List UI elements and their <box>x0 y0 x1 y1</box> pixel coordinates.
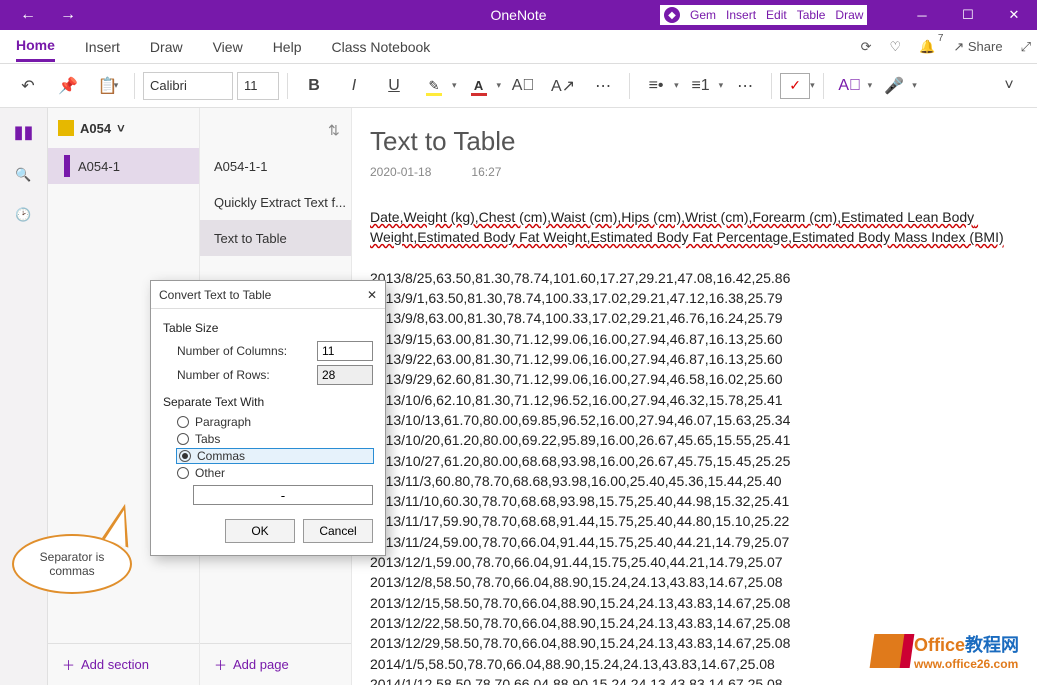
sort-icon[interactable]: ⇅ <box>328 122 340 139</box>
page-date: 2020-01-18 <box>370 165 431 179</box>
addin-insert[interactable]: Insert <box>726 8 756 22</box>
more-button[interactable]: ⋯ <box>585 70 621 102</box>
bullets-button[interactable]: ≡• <box>638 70 674 102</box>
share-button[interactable]: ↗ Share <box>953 39 1002 55</box>
annotation-callout: Separator is commas <box>12 534 132 594</box>
bold-button[interactable]: B <box>296 70 332 102</box>
forward-icon[interactable]: → <box>60 6 76 24</box>
paragraph-more-button[interactable]: ⋯ <box>727 70 763 102</box>
page-canvas[interactable]: Text to Table 2020-01-18 16:27 Date,Weig… <box>352 108 1037 685</box>
addin-gem[interactable]: Gem <box>690 8 716 22</box>
page-body[interactable]: Date,Weight (kg),Chest (cm),Waist (cm),H… <box>370 207 1037 685</box>
watermark-icon <box>870 634 909 668</box>
addin-table[interactable]: Table <box>797 8 826 22</box>
styles-button[interactable]: A⃞ <box>832 70 868 102</box>
ok-button[interactable]: OK <box>225 519 295 543</box>
dialog-title: Convert Text to Table <box>159 288 271 302</box>
notebook-icon <box>58 120 74 136</box>
columns-input[interactable] <box>317 341 373 361</box>
page-item[interactable]: Quickly Extract Text f... <box>200 184 351 220</box>
minimize-button[interactable]: ─ <box>899 0 945 30</box>
font-color-button[interactable]: A <box>461 70 497 102</box>
bell-icon[interactable]: 🔔 <box>919 39 935 55</box>
left-rail: ▮▮ 🔍 🕑 <box>0 108 48 685</box>
radio-paragraph[interactable]: Paragraph <box>177 415 373 429</box>
radio-other[interactable]: Other <box>177 466 373 480</box>
watermark: Office教程网 www.office26.com <box>872 631 1019 671</box>
ribbon-tabs: Home Insert Draw View Help Class Noteboo… <box>0 30 1037 64</box>
add-section-button[interactable]: ＋ Add section <box>48 643 199 685</box>
page-time: 16:27 <box>471 165 501 179</box>
notebook-header[interactable]: A054 ˅ <box>48 108 199 148</box>
section-color-icon <box>64 155 70 177</box>
tab-insert[interactable]: Insert <box>85 33 120 61</box>
tab-help[interactable]: Help <box>273 33 302 61</box>
underline-button[interactable]: U <box>376 70 412 102</box>
fullscreen-icon[interactable]: ⤢ <box>1021 39 1031 55</box>
rows-input <box>317 365 373 385</box>
sync-icon[interactable]: ⟳ <box>861 39 872 55</box>
page-item[interactable]: A054-1-1 <box>200 148 351 184</box>
clipboard-button[interactable]: 📋▾ <box>90 70 126 102</box>
back-icon[interactable]: ← <box>20 6 36 24</box>
notebooks-icon[interactable]: ▮▮ <box>14 122 34 143</box>
tab-draw[interactable]: Draw <box>150 33 183 61</box>
clear-format-button[interactable]: A⃠ <box>505 70 541 102</box>
highlight-button[interactable]: ✎ <box>416 70 452 102</box>
other-separator-input[interactable] <box>193 485 373 505</box>
font-size-select[interactable]: 11 <box>237 72 279 100</box>
title-bar: ← → OneNote ◆ Gem Insert Edit Table Draw… <box>0 0 1037 30</box>
addin-draw[interactable]: Draw <box>835 8 863 22</box>
tab-class-notebook[interactable]: Class Notebook <box>331 33 430 61</box>
todo-tag-button[interactable]: ✓ <box>780 73 810 99</box>
maximize-button[interactable]: ☐ <box>945 0 991 30</box>
font-name-select[interactable]: Calibri <box>143 72 233 100</box>
notebook-name: A054 <box>80 121 111 136</box>
dialog-close-icon[interactable]: ✕ <box>367 288 377 302</box>
section-label: A054-1 <box>78 159 120 174</box>
rows-label: Number of Rows: <box>177 368 270 382</box>
addin-toolbar: ◆ Gem Insert Edit Table Draw <box>660 5 867 25</box>
format-painter-button[interactable]: A↗ <box>545 70 581 102</box>
cancel-button[interactable]: Cancel <box>303 519 373 543</box>
section-item[interactable]: A054-1 <box>48 148 199 184</box>
page-item-selected[interactable]: Text to Table <box>200 220 351 256</box>
recent-icon[interactable]: 🕑 <box>15 207 31 223</box>
collapse-ribbon-button[interactable]: ˅ <box>991 70 1027 102</box>
radio-commas[interactable]: Commas <box>177 449 373 463</box>
tab-home[interactable]: Home <box>16 31 55 62</box>
numbering-button[interactable]: ≡1 <box>683 70 719 102</box>
chevron-down-icon: ˅ <box>117 121 125 136</box>
bulb-icon[interactable]: ♡ <box>890 39 902 55</box>
add-page-button[interactable]: ＋ Add page <box>200 643 351 685</box>
close-button[interactable]: ✕ <box>991 0 1037 30</box>
gem-icon[interactable]: ◆ <box>664 7 680 23</box>
table-size-label: Table Size <box>163 321 373 335</box>
undo-button[interactable]: ↶ <box>10 70 46 102</box>
tab-view[interactable]: View <box>213 33 243 61</box>
italic-button[interactable]: I <box>336 70 372 102</box>
addin-edit[interactable]: Edit <box>766 8 787 22</box>
convert-text-to-table-dialog: Convert Text to Table ✕ Table Size Numbe… <box>150 280 386 556</box>
search-icon[interactable]: 🔍 <box>15 167 31 183</box>
pin-button[interactable]: 📌 <box>50 70 86 102</box>
dictate-button[interactable]: 🎤 <box>876 70 912 102</box>
page-title[interactable]: Text to Table <box>370 126 1037 157</box>
ribbon-toolbar: ↶ 📌 📋▾ Calibri 11 B I U ✎▾ A▾ A⃠ A↗ ⋯ ≡•… <box>0 64 1037 108</box>
separator-label: Separate Text With <box>163 395 373 409</box>
radio-tabs[interactable]: Tabs <box>177 432 373 446</box>
columns-label: Number of Columns: <box>177 344 287 358</box>
app-title: OneNote <box>490 7 546 23</box>
